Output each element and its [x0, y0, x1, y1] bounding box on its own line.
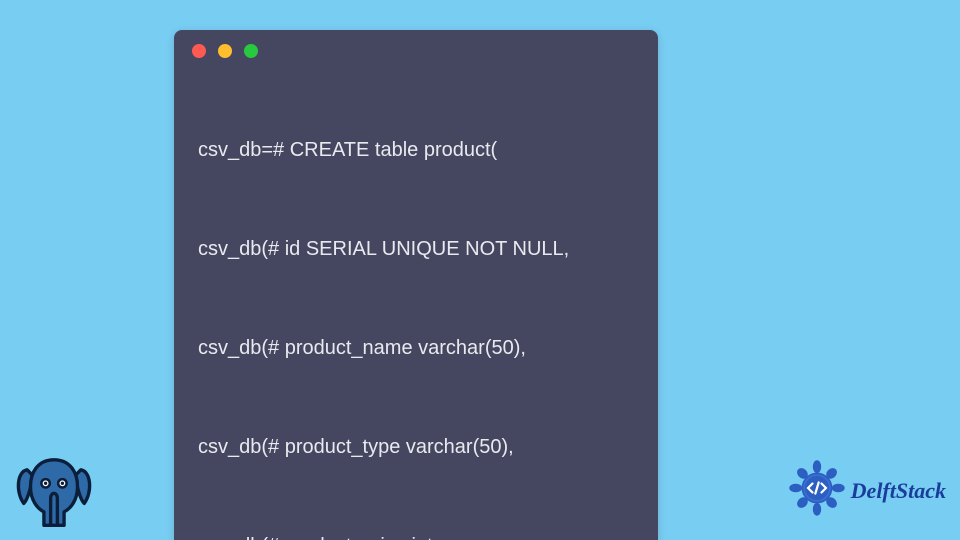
terminal-output: csv_db=# CREATE table product( csv_db(# … — [174, 64, 658, 540]
terminal-titlebar — [174, 30, 658, 64]
delftstack-logo-icon — [789, 460, 845, 522]
code-line: csv_db(# product_type varchar(50), — [198, 431, 634, 464]
code-line: csv_db(# product_price integer, — [198, 530, 634, 540]
delftstack-brand: DelftStack — [789, 460, 946, 522]
postgresql-elephant-icon — [12, 448, 96, 532]
maximize-icon — [244, 44, 258, 58]
minimize-icon — [218, 44, 232, 58]
brand-name-label: DelftStack — [851, 478, 946, 504]
code-line: csv_db(# product_name varchar(50), — [198, 332, 634, 365]
close-icon — [192, 44, 206, 58]
code-line: csv_db=# CREATE table product( — [198, 134, 634, 167]
terminal-window: csv_db=# CREATE table product( csv_db(# … — [174, 30, 658, 540]
code-line: csv_db(# id SERIAL UNIQUE NOT NULL, — [198, 233, 634, 266]
